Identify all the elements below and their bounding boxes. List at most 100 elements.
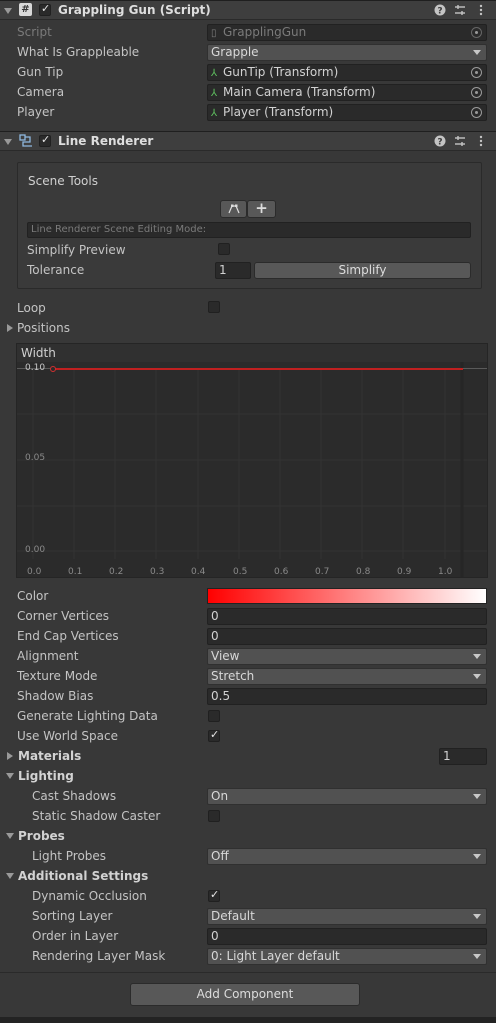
- guntip-field[interactable]: ⅄ GunTip (Transform): [207, 64, 487, 81]
- rendering-mask-label: Rendering Layer Mask: [32, 949, 166, 963]
- help-icon[interactable]: ?: [433, 135, 446, 148]
- object-picker-icon[interactable]: [471, 67, 482, 78]
- corner-vertices-label: Corner Vertices: [17, 609, 110, 623]
- camera-value: Main Camera (Transform): [223, 85, 376, 99]
- transform-icon: ⅄: [211, 88, 218, 99]
- gen-lighting-label: Generate Lighting Data: [17, 709, 158, 723]
- line-renderer-header[interactable]: ✓ Line Renderer ?: [0, 131, 496, 151]
- cast-shadows-dropdown[interactable]: On: [207, 788, 487, 805]
- help-icon[interactable]: ?: [433, 4, 446, 17]
- tolerance-field[interactable]: 1: [215, 262, 251, 279]
- y-tick-label: 0.10: [25, 363, 46, 373]
- width-curve-editor[interactable]: Width 0.10 0.05 0.00 0.0 0.1 0.2 0.3 0.4…: [16, 343, 488, 578]
- player-value: Player (Transform): [223, 105, 334, 119]
- cast-shadows-label: Cast Shadows: [32, 789, 117, 803]
- dropdown-arrow-icon: [473, 854, 481, 859]
- checkmark-icon: ✓: [210, 888, 220, 901]
- light-probes-dropdown[interactable]: Off: [207, 848, 487, 865]
- x-tick-label: 0.8: [356, 567, 371, 577]
- world-space-label: Use World Space: [17, 729, 119, 743]
- checkmark-icon: ✓: [41, 133, 51, 146]
- sorting-layer-dropdown[interactable]: Default: [207, 908, 487, 925]
- object-picker-icon[interactable]: [471, 87, 482, 98]
- dropdown-arrow-icon: [473, 654, 481, 659]
- order-in-layer-field[interactable]: 0: [207, 928, 487, 945]
- preset-icon[interactable]: [453, 135, 466, 148]
- texture-mode-dropdown[interactable]: Stretch: [207, 668, 487, 685]
- add-point-button[interactable]: +: [247, 200, 276, 218]
- x-tick-label: 0.7: [315, 567, 330, 577]
- object-picker-icon: [471, 27, 482, 38]
- dropdown-arrow-icon: [473, 674, 481, 679]
- materials-label[interactable]: Materials: [18, 749, 81, 763]
- materials-count: 1: [443, 749, 451, 763]
- collapse-arrow-icon[interactable]: [4, 139, 12, 145]
- edit-points-button[interactable]: [220, 200, 247, 218]
- svg-text:?: ?: [437, 7, 442, 17]
- checkmark-icon: ✓: [41, 2, 51, 15]
- camera-field[interactable]: ⅄ Main Camera (Transform): [207, 84, 487, 101]
- collapse-arrow-icon[interactable]: [4, 8, 12, 14]
- gen-lighting-checkbox[interactable]: [208, 710, 220, 722]
- alignment-label: Alignment: [17, 649, 79, 663]
- y-tick-label: 0.00: [25, 545, 46, 555]
- materials-count-field[interactable]: 1: [439, 748, 487, 765]
- alignment-value: View: [211, 649, 240, 663]
- line-renderer-enabled-checkbox[interactable]: ✓: [39, 133, 51, 147]
- probes-label[interactable]: Probes: [18, 829, 65, 843]
- expand-arrow-icon[interactable]: [7, 324, 13, 332]
- rendering-mask-value: 0: Light Layer default: [211, 949, 340, 963]
- scene-tools-title: Scene Tools: [28, 174, 98, 188]
- alignment-dropdown[interactable]: View: [207, 648, 487, 665]
- component-title: Line Renderer: [58, 134, 154, 148]
- editing-mode-field: Line Renderer Scene Editing Mode:: [27, 222, 471, 238]
- light-probes-label: Light Probes: [32, 849, 107, 863]
- corner-vertices-field[interactable]: 0: [207, 608, 487, 625]
- component-title: Grappling Gun (Script): [58, 3, 211, 17]
- preset-icon[interactable]: [453, 4, 466, 17]
- dropdown-arrow-icon: [473, 954, 481, 959]
- plus-icon: +: [255, 199, 268, 217]
- tolerance-label: Tolerance: [27, 263, 85, 277]
- collapse-arrow-icon[interactable]: [6, 833, 14, 839]
- x-tick-label: 0.2: [109, 567, 124, 577]
- grappling-gun-enabled-checkbox[interactable]: ✓: [39, 2, 51, 16]
- editing-mode-text: Line Renderer Scene Editing Mode:: [31, 224, 207, 235]
- grappleable-dropdown[interactable]: Grapple: [207, 44, 487, 61]
- more-options-icon[interactable]: [474, 4, 487, 17]
- add-component-button[interactable]: Add Component: [130, 983, 360, 1006]
- simplify-button[interactable]: Simplify: [254, 262, 471, 279]
- script-field: ▯ GrapplingGun: [207, 24, 487, 41]
- dynamic-occlusion-label: Dynamic Occlusion: [32, 889, 147, 903]
- shadow-bias-field[interactable]: 0.5: [207, 688, 487, 705]
- object-picker-icon[interactable]: [471, 107, 482, 118]
- width-curve-graph[interactable]: [17, 344, 487, 577]
- order-in-layer-value: 0: [211, 929, 219, 943]
- x-tick-label: 0.0: [27, 567, 42, 577]
- simplify-preview-label: Simplify Preview: [27, 243, 126, 257]
- dropdown-arrow-icon: [473, 50, 481, 55]
- more-options-icon[interactable]: [474, 135, 487, 148]
- loop-checkbox[interactable]: [208, 301, 220, 313]
- collapse-arrow-icon[interactable]: [6, 873, 14, 879]
- rendering-mask-dropdown[interactable]: 0: Light Layer default: [207, 948, 487, 965]
- texture-mode-value: Stretch: [211, 669, 255, 683]
- positions-label[interactable]: Positions: [17, 321, 70, 335]
- expand-arrow-icon[interactable]: [7, 752, 13, 760]
- texture-mode-label: Texture Mode: [17, 669, 98, 683]
- end-cap-field[interactable]: 0: [207, 628, 487, 645]
- collapse-arrow-icon[interactable]: [6, 773, 14, 779]
- x-tick-label: 0.6: [274, 567, 289, 577]
- additional-settings-label[interactable]: Additional Settings: [18, 869, 148, 883]
- sorting-layer-label: Sorting Layer: [32, 909, 113, 923]
- grappling-gun-header[interactable]: # ✓ Grappling Gun (Script) ?: [0, 0, 496, 20]
- x-tick-label: 0.5: [233, 567, 248, 577]
- corner-vertices-value: 0: [211, 609, 219, 623]
- world-space-checkbox[interactable]: ✓: [208, 728, 220, 742]
- dynamic-occlusion-checkbox[interactable]: ✓: [208, 888, 220, 902]
- simplify-preview-checkbox[interactable]: [218, 243, 230, 255]
- player-field[interactable]: ⅄ Player (Transform): [207, 104, 487, 121]
- lighting-label[interactable]: Lighting: [18, 769, 74, 783]
- color-gradient-field[interactable]: [207, 588, 487, 604]
- static-caster-checkbox[interactable]: [208, 810, 220, 822]
